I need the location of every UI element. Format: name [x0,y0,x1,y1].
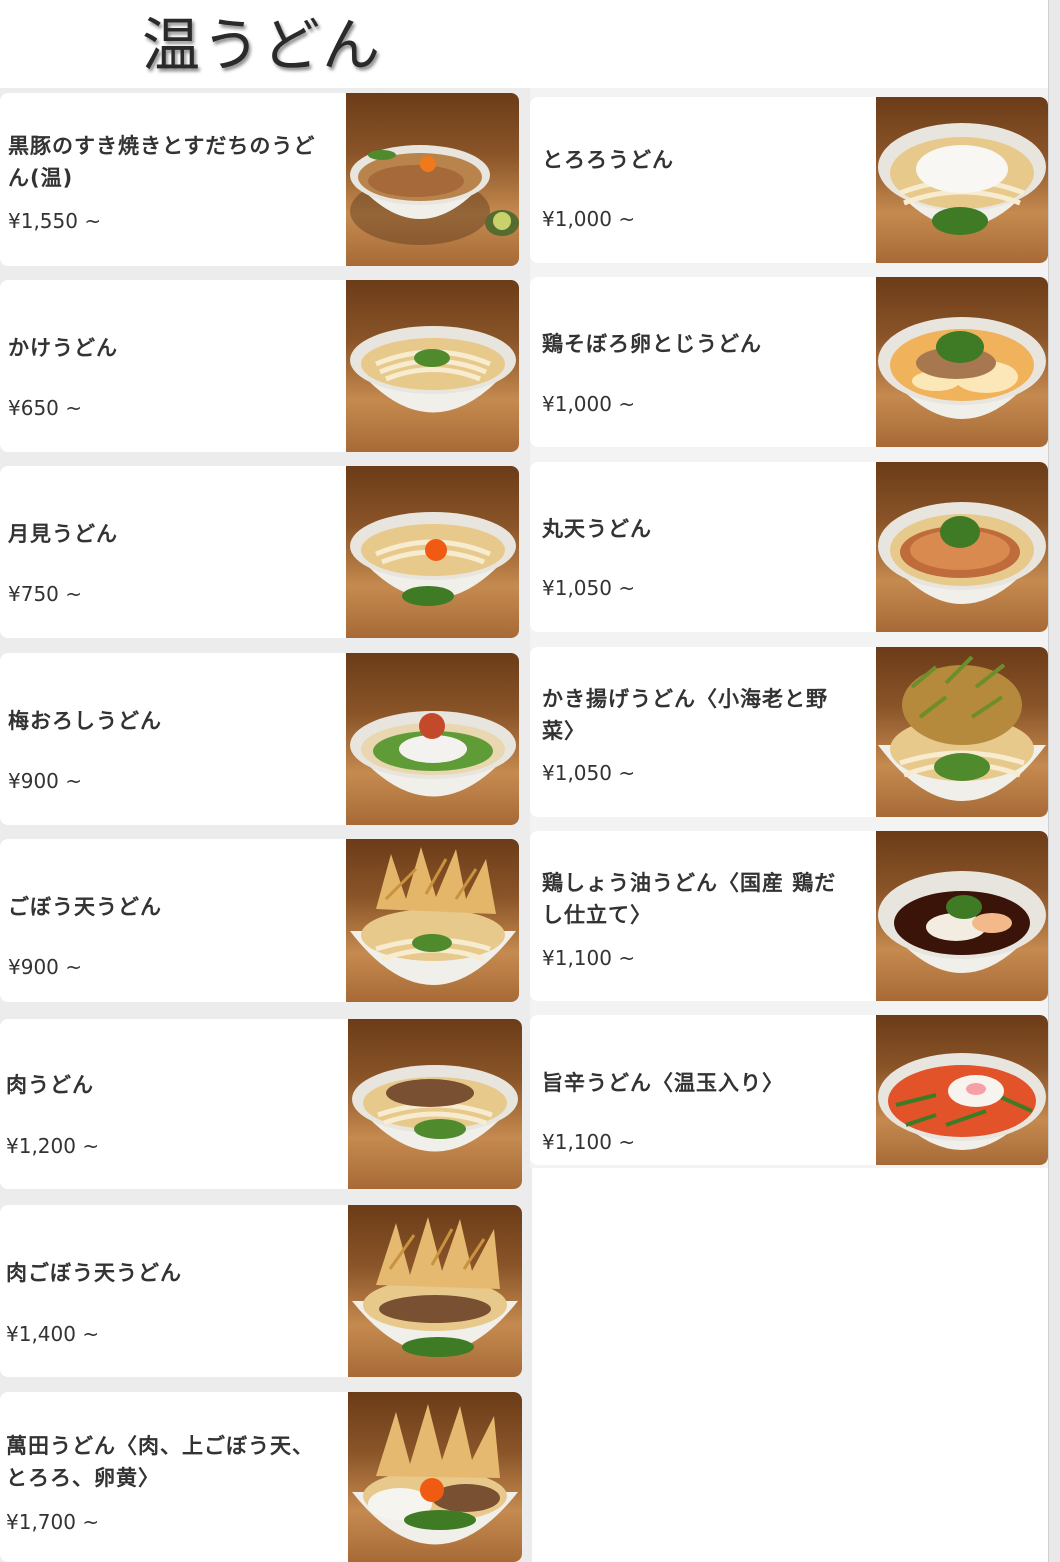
menu-item-name: 肉ごぼう天うどん [6,1261,182,1285]
menu-item-card[interactable]: 梅おろしうどん ¥900 ~ [0,653,519,825]
menu-item-name: 萬田うどん〈肉、上ごぼう天、とろろ、卵黄〉 [6,1434,314,1490]
menu-item-price: ¥1,050 ~ [542,761,636,785]
menu-item-name: 鶏しょう油うどん〈国産 鶏だし仕立て〉 [542,871,837,927]
menu-item-photo [876,647,1048,817]
menu-item-card[interactable]: ごぼう天うどん ¥900 ~ [0,839,519,1002]
menu-item-photo [346,839,519,1002]
menu-item-price: ¥1,400 ~ [6,1322,100,1346]
menu-item-price: ¥1,100 ~ [542,1130,636,1154]
menu-item-card[interactable]: 黒豚のすき焼きとすだちのうどん(温) ¥1,550 ~ [0,93,519,266]
page-title: 温うどん [142,11,383,79]
menu-item-photo [876,462,1048,632]
menu-item-name: かけうどん [8,336,118,360]
menu-item-name: 月見うどん [8,522,118,546]
menu-item-name: かき揚げうどん〈小海老と野菜〉 [542,687,828,743]
menu-item-name: 丸天うどん [542,517,652,541]
menu-item-price: ¥1,100 ~ [542,946,636,970]
menu-item-card[interactable]: とろろうどん ¥1,000 ~ [530,97,1048,263]
menu-item-card[interactable]: 旨辛うどん〈温玉入り〉 ¥1,100 ~ [530,1015,1048,1165]
menu-item-photo [876,97,1048,263]
menu-item-name: 旨辛うどん〈温玉入り〉 [542,1071,784,1095]
menu-item-name: とろろうどん [542,148,674,172]
menu-item-name: 肉うどん [6,1073,94,1097]
menu-item-photo [346,280,519,452]
menu-item-card[interactable]: 萬田うどん〈肉、上ごぼう天、とろろ、卵黄〉 ¥1,700 ~ [0,1392,522,1562]
scrollbar[interactable] [1048,0,1060,1562]
menu-item-price: ¥900 ~ [8,769,83,793]
menu-item-name: 黒豚のすき焼きとすだちのうどん(温) [8,134,316,190]
menu-item-photo [348,1392,522,1562]
menu-item-card[interactable]: かき揚げうどん〈小海老と野菜〉 ¥1,050 ~ [530,647,1048,817]
menu-item-price: ¥1,000 ~ [542,392,636,416]
menu-item-price: ¥750 ~ [8,582,83,606]
menu-item-photo [348,1019,522,1189]
menu-item-price: ¥1,000 ~ [542,207,636,231]
menu-item-photo [346,653,519,825]
menu-item-price: ¥1,550 ~ [8,209,102,233]
menu-item-price: ¥650 ~ [8,396,83,420]
menu-item-photo [876,831,1048,1001]
menu-item-price: ¥1,700 ~ [6,1510,100,1534]
menu-item-price: ¥1,050 ~ [542,576,636,600]
menu-item-price: ¥900 ~ [8,955,83,979]
menu-item-card[interactable]: かけうどん ¥650 ~ [0,280,519,452]
menu-item-card[interactable]: 肉ごぼう天うどん ¥1,400 ~ [0,1205,522,1377]
menu-item-price: ¥1,200 ~ [6,1134,100,1158]
menu-item-name: 鶏そぼろ卵とじうどん [542,332,762,356]
menu-item-card[interactable]: 肉うどん ¥1,200 ~ [0,1019,522,1189]
menu-item-photo [876,1015,1048,1165]
menu-item-photo [346,466,519,638]
menu-item-name: ごぼう天うどん [8,895,162,919]
menu-item-card[interactable]: 丸天うどん ¥1,050 ~ [530,462,1048,632]
menu-item-card[interactable]: 鶏そぼろ卵とじうどん ¥1,000 ~ [530,277,1048,447]
menu-item-photo [876,277,1048,447]
menu-item-photo [348,1205,522,1377]
menu-item-card[interactable]: 月見うどん ¥750 ~ [0,466,519,638]
menu-item-card[interactable]: 鶏しょう油うどん〈国産 鶏だし仕立て〉 ¥1,100 ~ [530,831,1048,1001]
menu-item-photo [346,93,519,266]
menu-item-name: 梅おろしうどん [8,709,162,733]
